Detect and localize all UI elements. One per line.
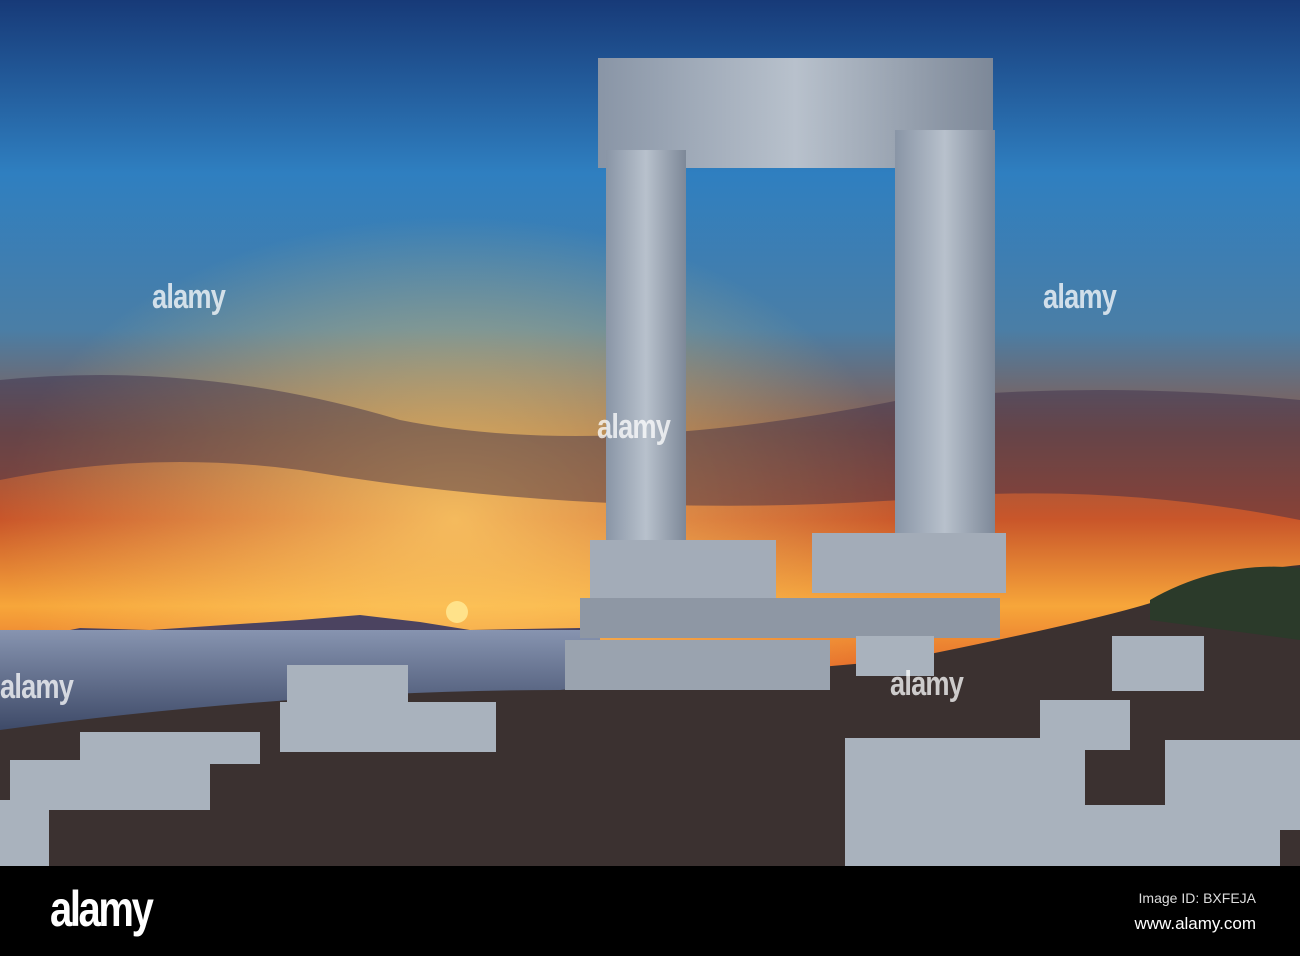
watermark: alamy: [152, 278, 226, 316]
website-link[interactable]: www.alamy.com: [1134, 914, 1256, 934]
alamy-logo: alamy: [50, 881, 154, 937]
watermark: alamy: [1043, 278, 1117, 316]
footer-bar: alamy Image ID: BXFEJA www.alamy.com: [0, 866, 1300, 956]
image-id: Image ID: BXFEJA: [1138, 890, 1256, 906]
watermark: alamy: [890, 665, 964, 703]
watermark: alamy: [597, 408, 671, 446]
watermark: alamy: [0, 668, 74, 706]
sun: [446, 601, 468, 623]
photo-page: alamy alamy alamy alamy alamy alamy Imag…: [0, 0, 1300, 956]
